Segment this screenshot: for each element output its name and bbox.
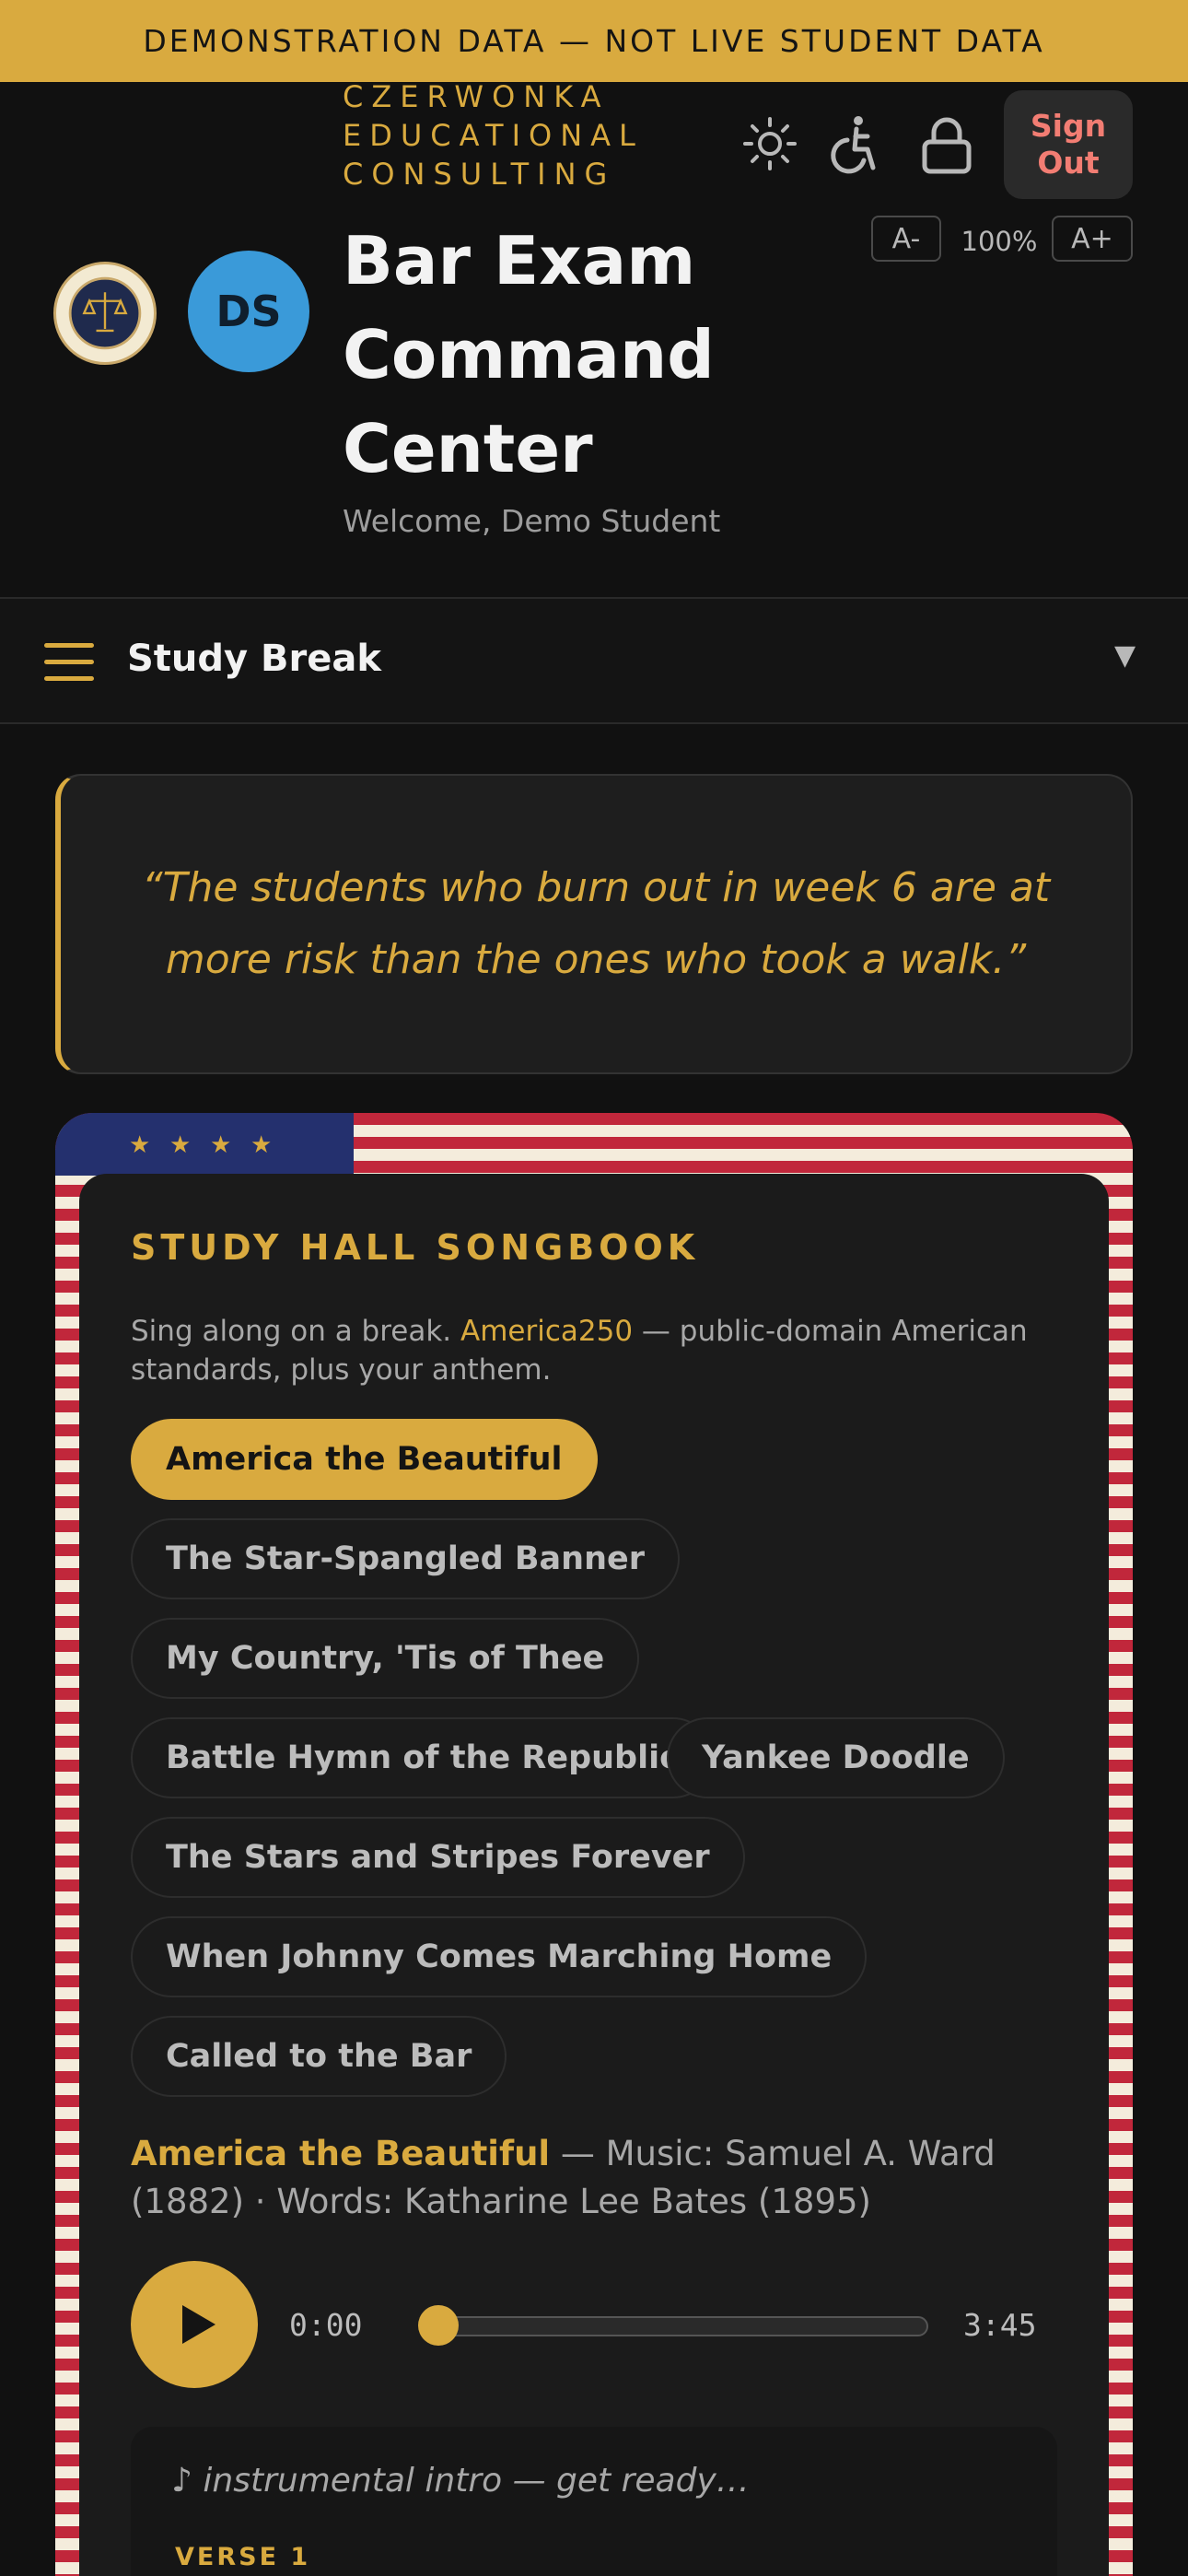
lyrics-panel: ♪ instrumental intro — get ready… VERSE …	[131, 2427, 1057, 2576]
progress-slider-handle[interactable]	[418, 2305, 459, 2346]
star-icon: ★	[169, 1131, 192, 1159]
verse-label: VERSE 1	[175, 2543, 311, 2571]
motivational-quote: “The students who burn out in week 6 are…	[55, 774, 1133, 1074]
avatar[interactable]: DS	[188, 251, 309, 372]
play-button[interactable]	[131, 2261, 258, 2388]
song-chip-yankee-doodle[interactable]: Yankee Doodle	[667, 1717, 1005, 1798]
current-time: 0:00	[289, 2307, 363, 2343]
chevron-down-icon[interactable]: ▼	[1114, 639, 1136, 672]
sign-out-button[interactable]: Sign Out	[1004, 90, 1133, 199]
sun-icon[interactable]	[742, 116, 798, 171]
flag-canton: ★ ★ ★ ★	[55, 1113, 354, 1176]
lock-icon[interactable]	[917, 114, 976, 175]
desc-text-before: Sing along on a break.	[131, 1315, 461, 1348]
quote-text: “The students who burn out in week 6 are…	[141, 864, 1051, 983]
songbook-description: Sing along on a break. America250 — publ…	[131, 1312, 1061, 1389]
brand-line-1: CZERWONKA	[343, 79, 610, 114]
brand-name: CZERWONKA EDUCATIONAL CONSULTING	[343, 77, 644, 193]
song-chip-called-to-the-bar[interactable]: Called to the Bar	[131, 2016, 507, 2097]
brand-line-3: CONSULTING	[343, 157, 616, 192]
song-chip-battle-hymn[interactable]: Battle Hymn of the Republic	[131, 1717, 714, 1798]
section-nav[interactable]: Study Break ▼	[0, 597, 1188, 724]
now-playing-title: America the Beautiful	[131, 2134, 551, 2173]
song-chip-stars-and-stripes-forever[interactable]: The Stars and Stripes Forever	[131, 1817, 745, 1898]
welcome-message: Welcome, Demo Student	[343, 503, 721, 539]
hamburger-menu-icon[interactable]	[44, 643, 94, 682]
page-title: Bar Exam Command Center	[343, 214, 715, 496]
songbook-card: STUDY HALL SONGBOOK Sing along on a brea…	[79, 1174, 1109, 2576]
demo-data-banner: DEMONSTRATION DATA — NOT LIVE STUDENT DA…	[0, 0, 1188, 82]
font-increase-button[interactable]: A+	[1052, 216, 1133, 262]
title-line-3: Center	[343, 410, 593, 487]
star-icon: ★	[250, 1131, 273, 1159]
sign-out-label-1: Sign	[1030, 108, 1107, 144]
now-playing-info: America the Beautiful — Music: Samuel A.…	[131, 2130, 1089, 2226]
accessibility-icon[interactable]	[827, 114, 879, 175]
star-icon: ★	[129, 1131, 151, 1159]
america250-highlight: America250	[460, 1315, 634, 1348]
zoom-level: 100%	[961, 226, 1038, 257]
font-decrease-button[interactable]: A-	[871, 216, 941, 262]
song-chip-star-spangled-banner[interactable]: The Star-Spangled Banner	[131, 1518, 681, 1599]
progress-track[interactable]	[424, 2316, 928, 2336]
title-line-2: Command	[343, 316, 715, 393]
brand-line-2: EDUCATIONAL	[343, 118, 644, 153]
company-seal-logo	[53, 262, 157, 365]
title-line-1: Bar Exam	[343, 222, 696, 299]
current-section-title: Study Break	[127, 638, 381, 680]
duration: 3:45	[963, 2307, 1037, 2343]
song-chip-my-country-tis-of-thee[interactable]: My Country, 'Tis of Thee	[131, 1618, 640, 1699]
songbook-title: STUDY HALL SONGBOOK	[131, 1227, 700, 1268]
song-chip-america-the-beautiful[interactable]: America the Beautiful	[131, 1419, 598, 1500]
lyrics-intro: ♪ instrumental intro — get ready…	[171, 2462, 750, 2500]
star-icon: ★	[210, 1131, 232, 1159]
song-chip-johnny-comes-marching-home[interactable]: When Johnny Comes Marching Home	[131, 1916, 868, 1997]
sign-out-label-2: Out	[1037, 145, 1100, 181]
